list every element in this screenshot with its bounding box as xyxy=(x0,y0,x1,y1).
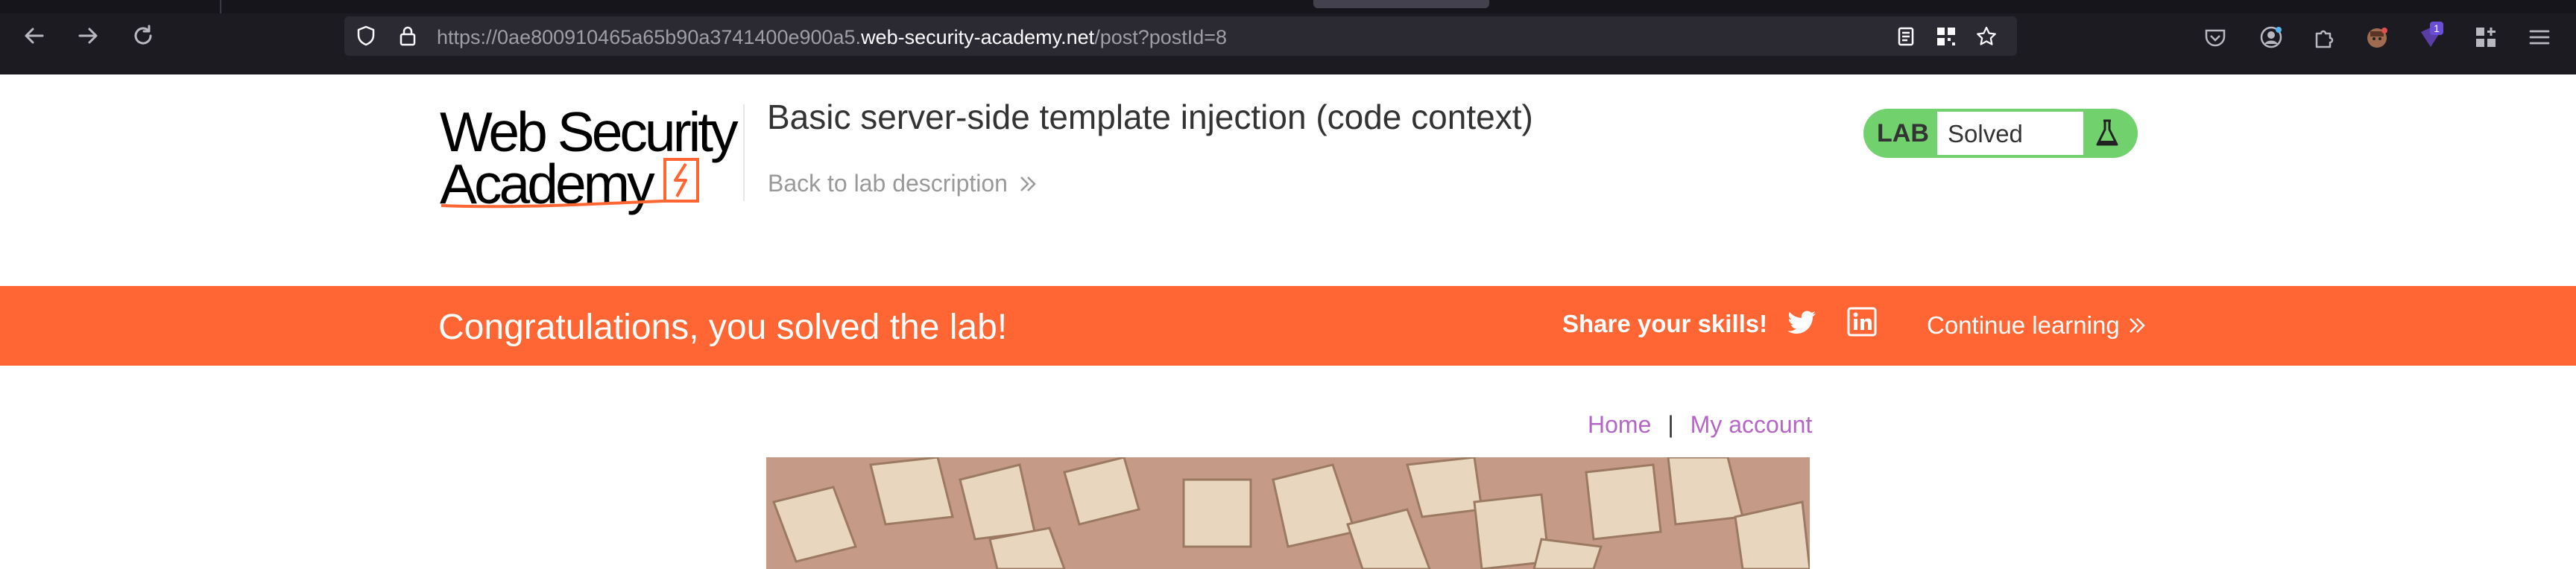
pocket-icon[interactable] xyxy=(2203,25,2228,50)
nav-separator: | xyxy=(1667,411,1674,438)
home-link[interactable]: Home xyxy=(1588,411,1651,438)
lab-label: LAB xyxy=(1877,119,1929,147)
shield-icon[interactable] xyxy=(355,25,377,47)
header-divider xyxy=(743,104,745,201)
grid-extension-icon[interactable] xyxy=(2473,25,2498,50)
my-account-link[interactable]: My account xyxy=(1690,411,1813,438)
avatar-extension-icon[interactable] xyxy=(2364,25,2390,50)
lab-status-badge: LAB Solved xyxy=(1863,109,2138,158)
forward-arrow-icon[interactable] xyxy=(72,19,104,52)
active-tab[interactable] xyxy=(1313,0,1489,8)
academy-logo[interactable]: Web Security Academy xyxy=(440,104,745,216)
url-prefix: https://0ae800910465a65b90a3741400e900a5… xyxy=(437,26,862,48)
lab-status-text: Solved xyxy=(1948,120,2023,147)
lab-status: Solved xyxy=(1937,112,2083,155)
continue-learning-link[interactable]: Continue learning xyxy=(1927,311,2147,340)
solved-banner: Congratulations, you solved the lab! Sha… xyxy=(0,286,2576,366)
logo-flash-icon xyxy=(441,158,699,209)
url-bar[interactable]: https://0ae800910465a65b90a3741400e900a5… xyxy=(344,16,2017,56)
tab-strip xyxy=(0,0,2576,13)
extension-badge-count: 1 xyxy=(2430,22,2443,35)
double-chevron-right-icon xyxy=(1020,176,1036,191)
bookmark-star-icon[interactable] xyxy=(1975,25,1998,48)
linkedin-icon[interactable] xyxy=(1847,307,1877,337)
back-to-lab-link[interactable]: Back to lab description xyxy=(768,170,1038,197)
url-text[interactable]: https://0ae800910465a65b90a3741400e900a5… xyxy=(437,26,1227,49)
qr-code-icon[interactable] xyxy=(1935,25,1957,48)
menu-icon[interactable] xyxy=(2527,25,2552,50)
congratulations-message: Congratulations, you solved the lab! xyxy=(438,308,1008,347)
badge-extension-icon[interactable]: 1 xyxy=(2418,22,2443,50)
back-link-label: Back to lab description xyxy=(768,170,1008,197)
wooden-blocks-image xyxy=(766,457,1810,569)
browser-toolbar: https://0ae800910465a65b90a3741400e900a5… xyxy=(0,0,2576,74)
top-nav: Home | My account xyxy=(1588,411,1812,439)
reader-view-icon[interactable] xyxy=(1895,25,1917,48)
lock-icon[interactable] xyxy=(397,25,419,47)
lab-title: Basic server-side template injection (co… xyxy=(767,98,1533,136)
account-icon[interactable] xyxy=(2258,25,2284,50)
url-path: /post?postId=8 xyxy=(1094,26,1228,48)
share-skills-label: Share your skills! xyxy=(1562,310,1768,337)
url-host: web-security-academy.net xyxy=(861,26,1095,48)
tab-separator xyxy=(220,0,221,13)
continue-learning-label: Continue learning xyxy=(1927,311,2120,339)
back-arrow-icon[interactable] xyxy=(18,19,51,52)
blog-post-image xyxy=(766,457,1810,569)
flask-icon xyxy=(2096,119,2118,146)
double-chevron-right-icon xyxy=(2129,318,2145,333)
reload-icon[interactable] xyxy=(127,19,160,52)
twitter-icon[interactable] xyxy=(1786,307,1819,340)
extensions-icon[interactable] xyxy=(2311,25,2336,50)
